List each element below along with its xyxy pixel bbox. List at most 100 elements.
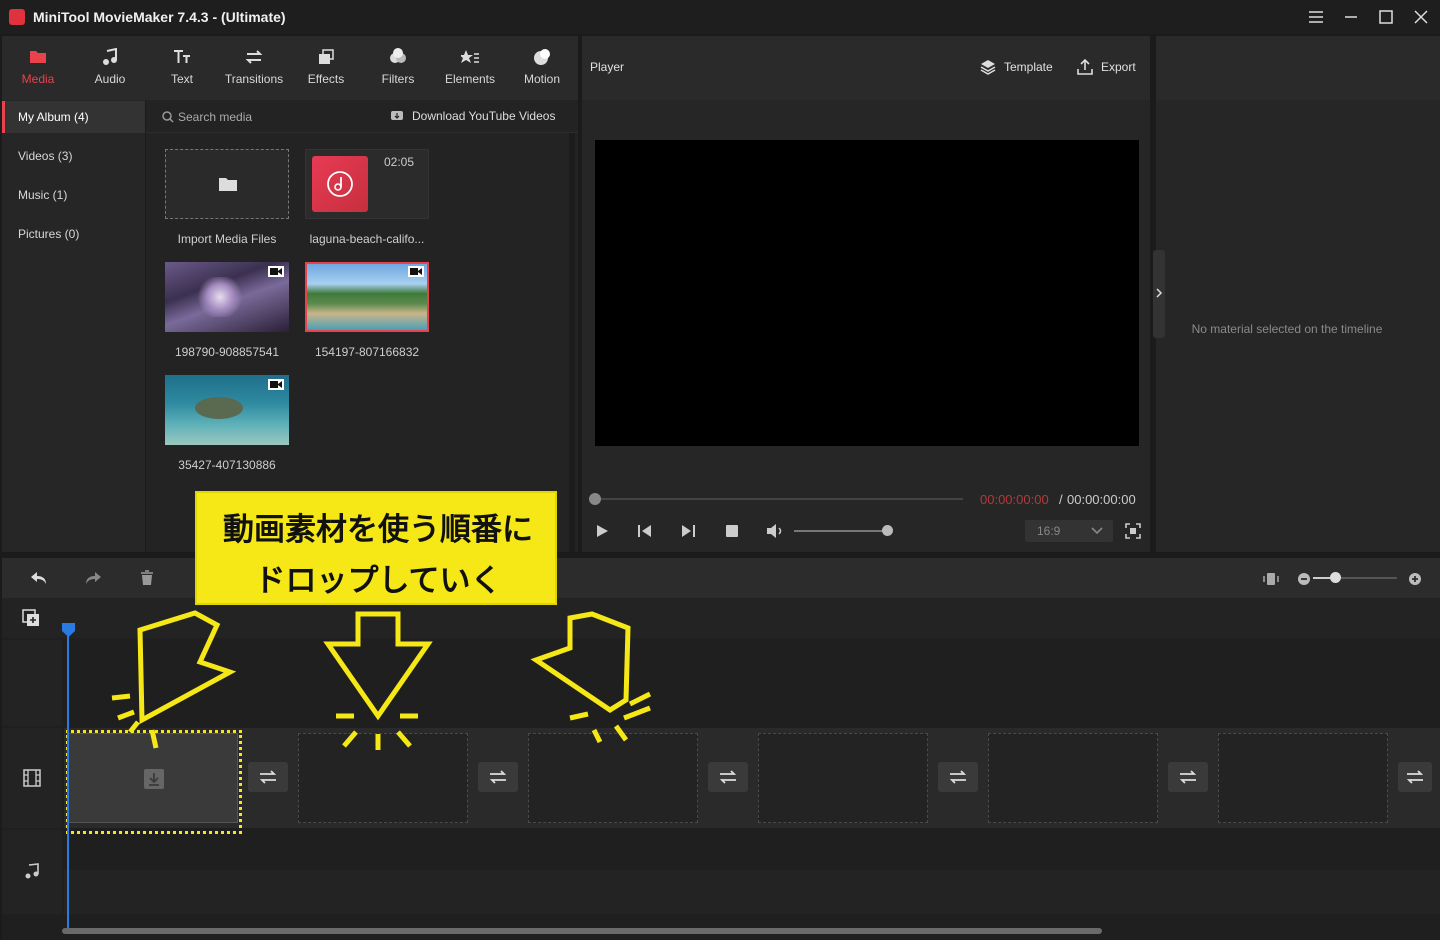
music-tile[interactable]: 02:05 (305, 149, 429, 219)
playhead-handle[interactable] (62, 623, 75, 637)
swap-arrows-icon (719, 770, 737, 784)
timeline-scrollbar[interactable] (62, 928, 1102, 934)
video-camera-icon (408, 266, 424, 277)
music-disc-icon (327, 171, 353, 197)
layers-icon (980, 60, 996, 75)
app-logo-icon (9, 9, 25, 25)
video-thumbnail[interactable] (165, 375, 289, 445)
tab-effects[interactable]: Effects (291, 36, 361, 98)
volume-slider[interactable] (794, 530, 888, 532)
chevron-right-icon (1156, 288, 1163, 298)
media-caption: laguna-beach-califo... (309, 232, 425, 246)
music-note-icon (25, 863, 39, 879)
tab-media[interactable]: Media (3, 36, 73, 98)
transition-button[interactable] (248, 762, 288, 792)
tab-audio[interactable]: Audio (75, 36, 145, 98)
zoom-fit-icon[interactable] (1263, 571, 1279, 587)
fullscreen-icon[interactable] (1125, 523, 1141, 539)
annotation-line-1: 動画素材を使う順番に (223, 512, 533, 548)
tab-text[interactable]: Text (147, 36, 217, 98)
delete-icon[interactable] (139, 570, 155, 586)
stop-icon[interactable] (724, 523, 740, 539)
sidebar-item-videos[interactable]: Videos (3) (2, 140, 145, 172)
play-icon[interactable] (594, 523, 610, 539)
volume-handle[interactable] (882, 525, 893, 536)
volume-icon[interactable] (765, 523, 785, 539)
zoom-in-icon[interactable] (1408, 572, 1422, 586)
swap-arrows-icon (1179, 770, 1197, 784)
tab-elements[interactable]: Elements (435, 36, 505, 98)
audio-track (64, 870, 1440, 914)
transition-button[interactable] (478, 762, 518, 792)
swap-arrows-icon (259, 770, 277, 784)
export-icon (1077, 58, 1093, 75)
search-bar: Search media Download YouTube Videos (146, 100, 578, 133)
transition-button[interactable] (1168, 762, 1208, 792)
aspect-ratio-select[interactable]: 16:9 (1025, 520, 1113, 542)
swap-arrows-icon (1406, 770, 1424, 784)
transition-button[interactable] (708, 762, 748, 792)
close-button[interactable] (1410, 6, 1432, 28)
import-media-tile[interactable] (165, 149, 289, 219)
menu-icon[interactable] (1305, 6, 1327, 28)
undo-icon[interactable] (30, 570, 48, 586)
music-thumbnail (312, 156, 368, 212)
current-time: 00:00:00:00 (980, 492, 1049, 507)
media-caption: 35427-407130886 (178, 458, 276, 472)
preview-screen (595, 140, 1139, 446)
video-camera-icon (268, 266, 284, 277)
total-time: 00:00:00:00 (1067, 492, 1136, 507)
transition-button[interactable] (938, 762, 978, 792)
minimize-button[interactable] (1340, 6, 1362, 28)
swap-arrows-icon (949, 770, 967, 784)
sidebar-item-pictures[interactable]: Pictures (0) (2, 218, 145, 250)
video-thumbnail[interactable] (165, 262, 289, 332)
transition-button[interactable] (1398, 762, 1432, 792)
sidebar-item-music[interactable]: Music (1) (2, 179, 145, 211)
previous-frame-icon[interactable] (637, 523, 653, 539)
download-icon (391, 111, 403, 120)
annotation-arrow-icon (137, 610, 237, 725)
video-thumbnail-selected[interactable] (305, 262, 429, 332)
annotation-arrow-icon (323, 611, 433, 721)
next-frame-icon[interactable] (680, 523, 696, 539)
media-caption: 154197-807166832 (314, 345, 420, 359)
media-scrollbar[interactable] (569, 133, 575, 552)
music-duration: 02:05 (384, 155, 415, 169)
annotation-arrow-icon (530, 611, 631, 713)
tab-filters[interactable]: Filters (363, 36, 433, 98)
video-slot[interactable] (758, 733, 928, 823)
redo-icon[interactable] (84, 570, 102, 586)
playhead-line (67, 632, 69, 928)
audio-track-header (2, 830, 62, 914)
progress-handle[interactable] (589, 493, 601, 505)
video-slot[interactable] (1218, 733, 1388, 823)
download-youtube-button[interactable]: Download YouTube Videos (412, 109, 555, 123)
progress-track[interactable] (595, 498, 963, 500)
template-button[interactable]: Template (1004, 60, 1053, 74)
collapse-panel-handle[interactable] (1153, 250, 1165, 338)
maximize-button[interactable] (1375, 6, 1397, 28)
zoom-out-icon[interactable] (1297, 572, 1311, 586)
search-input[interactable]: Search media (178, 110, 252, 124)
chevron-down-icon (1091, 527, 1103, 535)
export-button[interactable]: Export (1101, 60, 1136, 74)
media-caption: 198790-908857541 (174, 345, 280, 359)
tab-motion[interactable]: Motion (507, 36, 577, 98)
tab-transitions[interactable]: Transitions (219, 36, 289, 98)
zoom-handle[interactable] (1330, 572, 1341, 583)
music-note-icon (103, 48, 117, 65)
filters-icon (390, 48, 406, 63)
app-title: MiniTool MovieMaker 7.4.3 - (Ultimate) (33, 9, 286, 25)
video-slot[interactable] (988, 733, 1158, 823)
swap-arrows-icon (489, 770, 507, 784)
player-title: Player (590, 60, 625, 74)
properties-panel: No material selected on the timeline (1156, 100, 1440, 552)
text-icon (174, 50, 190, 63)
add-track-icon[interactable] (22, 609, 40, 627)
sidebar-item-my-album[interactable]: My Album (4) (2, 101, 145, 133)
video-camera-icon (268, 379, 284, 390)
effects-icon (319, 49, 334, 64)
player-header: Player Template Export (582, 36, 1150, 100)
search-icon (162, 111, 174, 123)
